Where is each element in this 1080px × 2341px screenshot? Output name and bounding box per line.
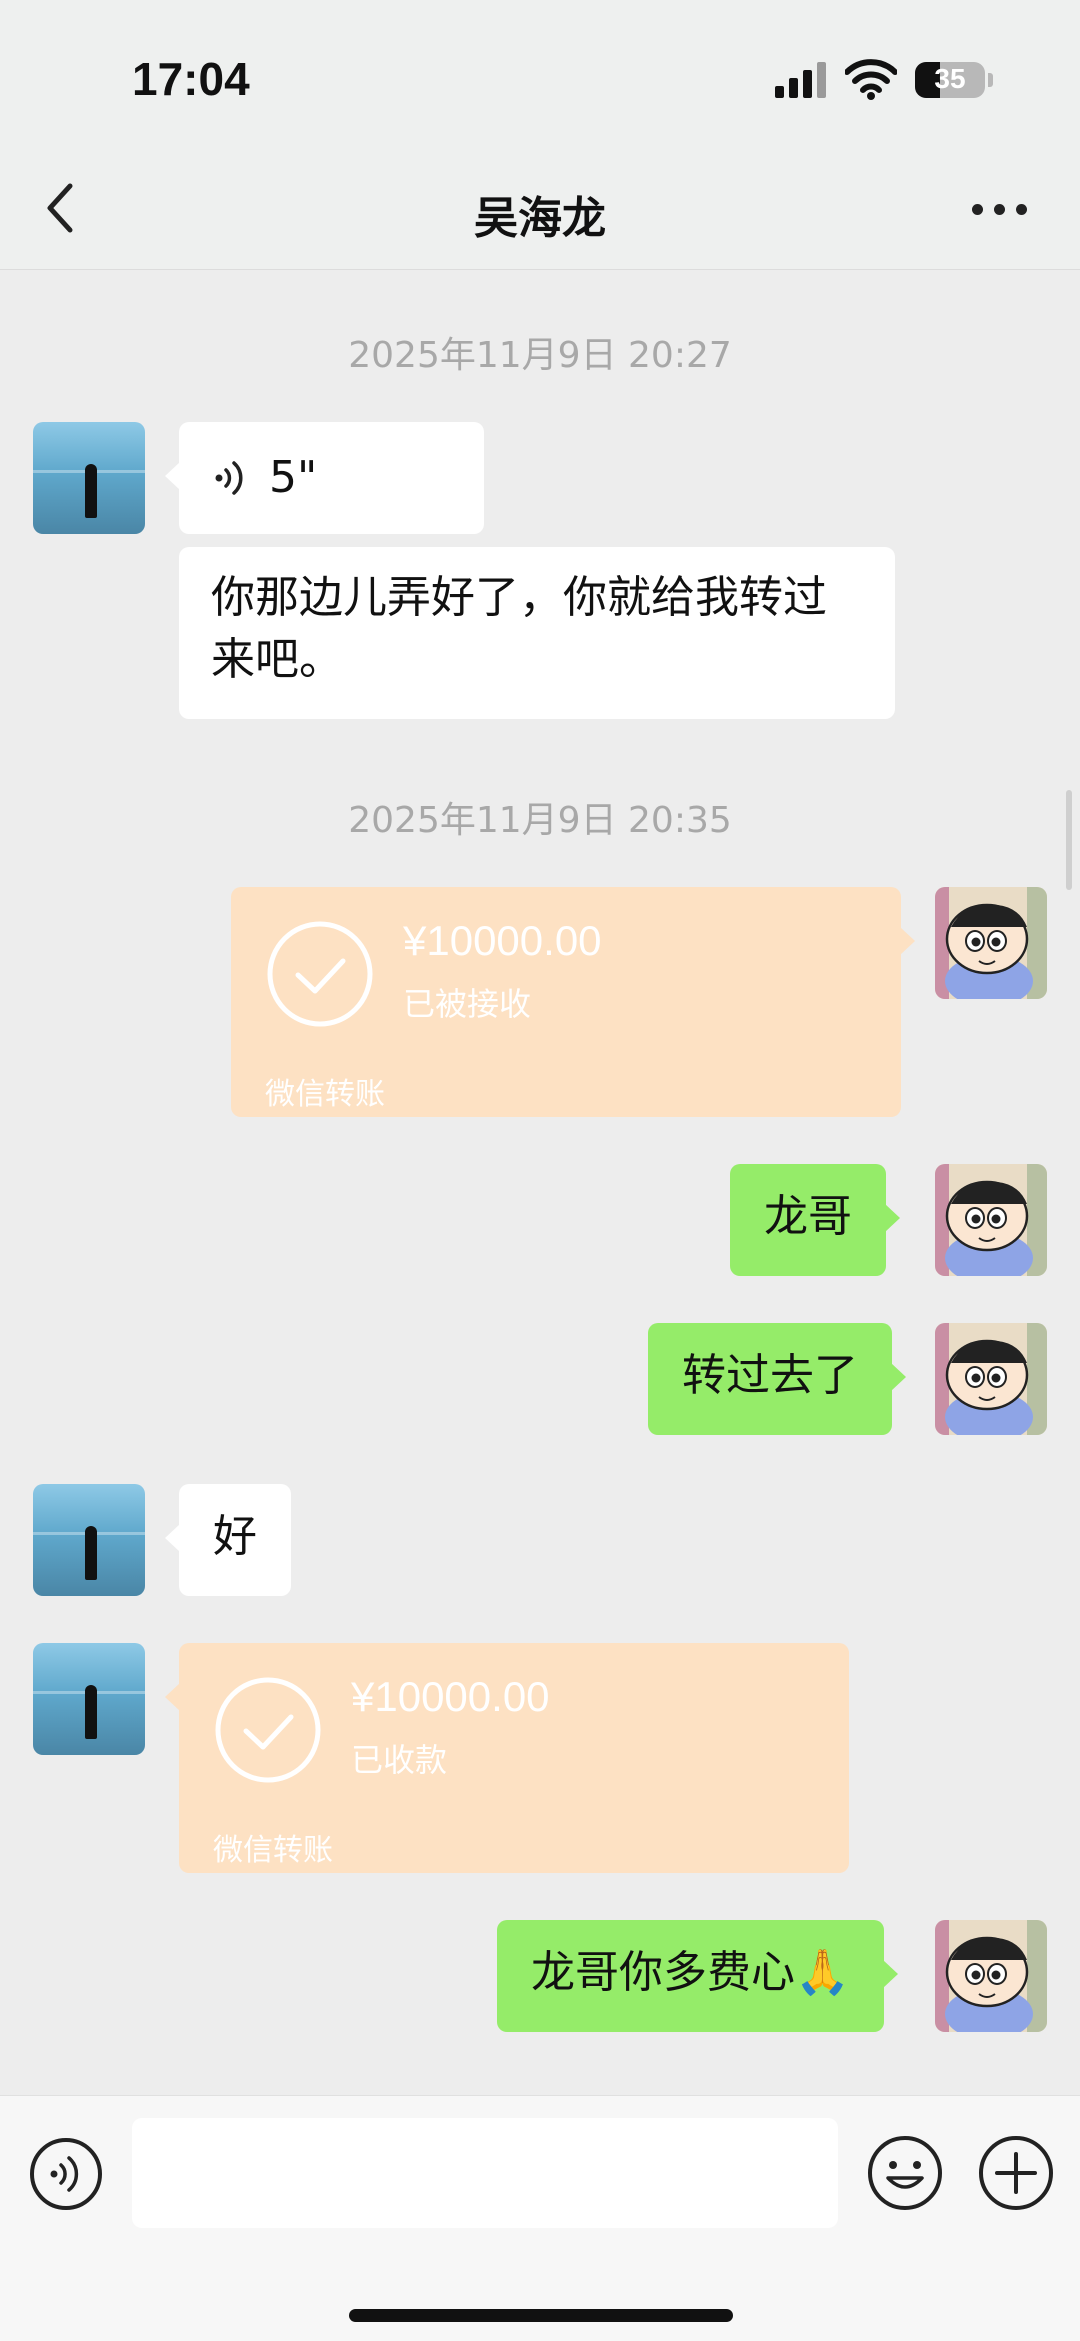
battery-icon: 35 bbox=[915, 62, 985, 98]
message-bubble-in[interactable]: 你那边儿弄好了，你就给我转过来吧。 bbox=[179, 547, 895, 719]
battery-level: 35 bbox=[934, 63, 966, 94]
contact-avatar[interactable] bbox=[33, 1643, 145, 1755]
transfer-brand: 微信转账 bbox=[265, 1077, 385, 1112]
message-bubble-out[interactable]: 龙哥你多费心🙏 bbox=[497, 1920, 898, 2032]
chat-screen: 17:04 35 吴海龙 2025年11月9日 20:27 5" 你那边儿弄好了… bbox=[0, 0, 1080, 2341]
timestamp: 2025年11月9日 20:35 bbox=[348, 800, 732, 841]
voice-wave-icon bbox=[215, 461, 243, 495]
transfer-status: 已被接收 bbox=[403, 985, 532, 1023]
transfer-card-received[interactable]: ¥10000.00 已收款 微信转账 bbox=[165, 1643, 849, 1873]
check-circle-icon bbox=[215, 1677, 321, 1783]
signal-icon bbox=[775, 60, 827, 98]
voice-duration: 5" bbox=[269, 452, 318, 503]
check-circle-icon bbox=[267, 921, 373, 1027]
emoji-icon[interactable] bbox=[866, 2134, 944, 2212]
status-bar: 17:04 35 bbox=[0, 0, 1080, 150]
transfer-amount: ¥10000.00 bbox=[351, 1673, 550, 1720]
chat-title: 吴海龙 bbox=[474, 193, 606, 244]
message-bubble-out[interactable]: 龙哥 bbox=[730, 1164, 900, 1276]
transfer-amount: ¥10000.00 bbox=[403, 917, 602, 964]
self-avatar[interactable] bbox=[935, 1323, 1047, 1435]
contact-avatar[interactable] bbox=[33, 422, 145, 534]
self-avatar[interactable] bbox=[935, 887, 1047, 999]
self-avatar[interactable] bbox=[935, 1920, 1047, 2032]
transfer-status: 已收款 bbox=[351, 1741, 448, 1779]
transfer-card-sent[interactable]: ¥10000.00 已被接收 微信转账 bbox=[231, 887, 915, 1117]
more-dots-icon[interactable] bbox=[972, 202, 1032, 218]
input-bar bbox=[0, 2095, 1080, 2341]
message-input[interactable] bbox=[132, 2118, 838, 2228]
wifi-icon bbox=[845, 59, 897, 100]
message-text: 你那边儿弄好了，你就给我转过来吧。 bbox=[211, 572, 827, 685]
message-text: 好 bbox=[213, 1511, 257, 1562]
message-text: 龙哥 bbox=[764, 1191, 852, 1242]
plus-icon[interactable] bbox=[977, 2134, 1055, 2212]
message-bubble-in[interactable]: 好 bbox=[165, 1484, 291, 1596]
timestamp: 2025年11月9日 20:27 bbox=[348, 335, 732, 376]
message-bubble-out[interactable]: 转过去了 bbox=[648, 1323, 906, 1435]
message-text: 转过去了 bbox=[682, 1350, 858, 1401]
home-indicator bbox=[349, 2309, 733, 2322]
nav-bar: 吴海龙 bbox=[0, 150, 1080, 270]
self-avatar[interactable] bbox=[935, 1164, 1047, 1276]
message-text: 龙哥你多费心🙏 bbox=[531, 1947, 850, 1998]
voice-toggle-icon[interactable] bbox=[28, 2136, 104, 2212]
voice-message[interactable]: 5" bbox=[165, 422, 484, 534]
scrollbar[interactable] bbox=[1066, 790, 1072, 890]
transfer-brand: 微信转账 bbox=[213, 1833, 333, 1868]
contact-avatar[interactable] bbox=[33, 1484, 145, 1596]
battery-tip bbox=[988, 73, 993, 87]
status-time: 17:04 bbox=[132, 53, 250, 105]
